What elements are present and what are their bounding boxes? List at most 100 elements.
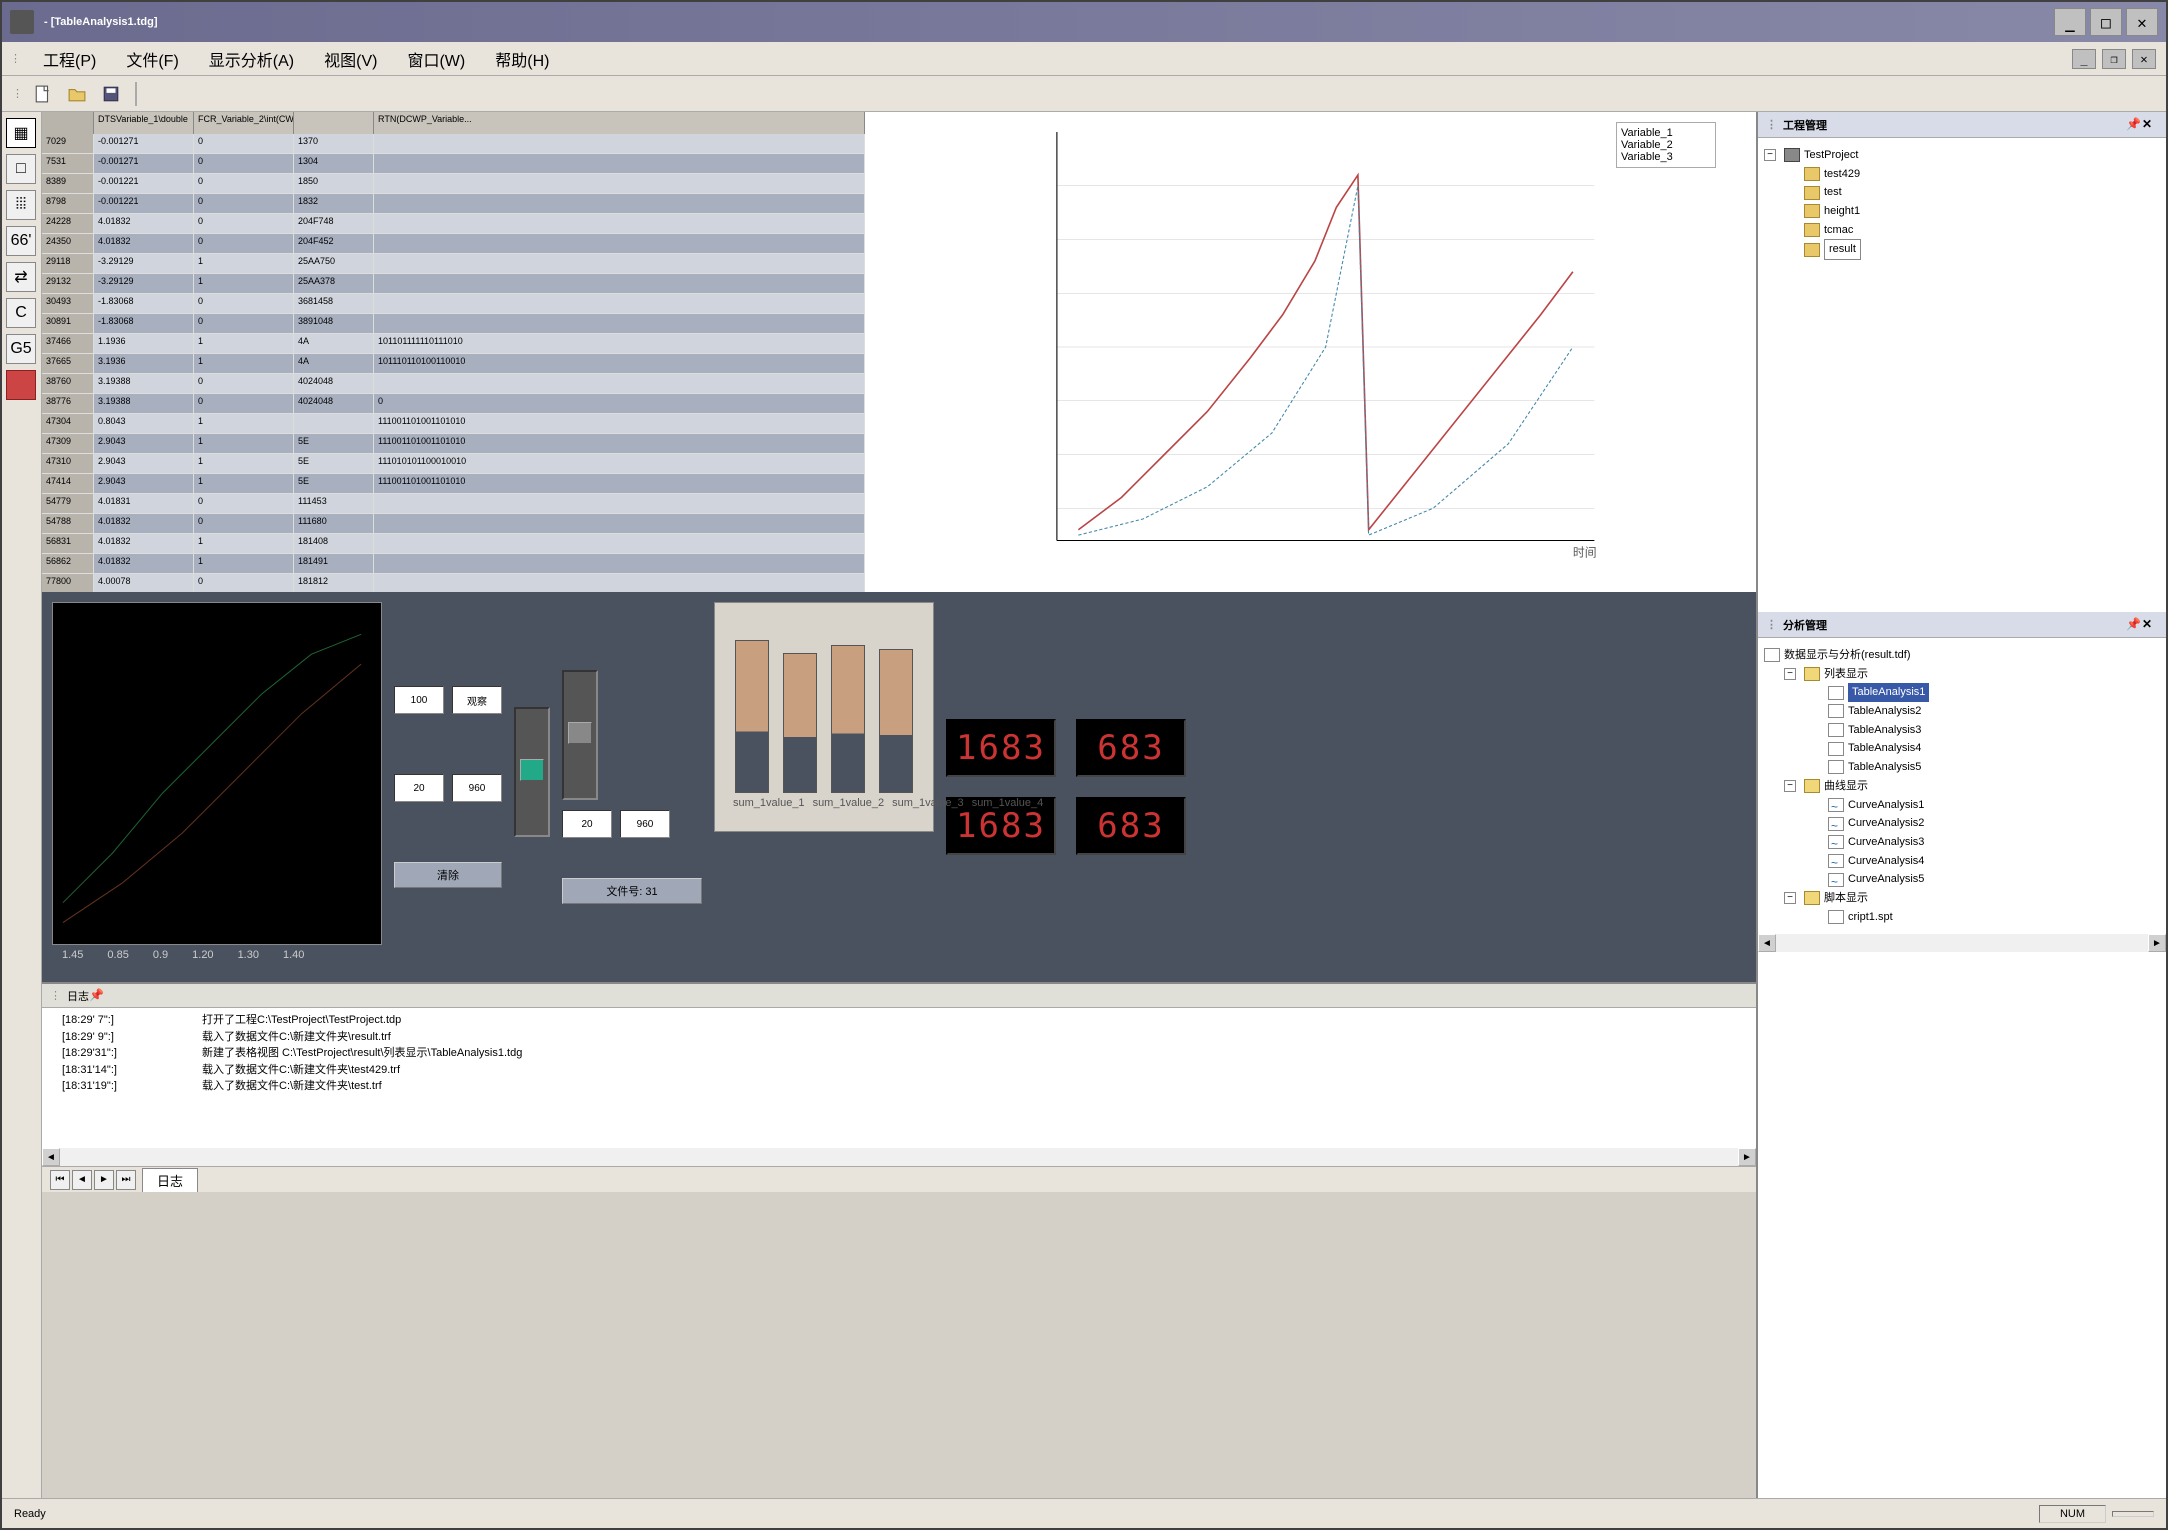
analysis-item[interactable]: TableAnalysis3 [1764, 721, 2160, 740]
table-cell[interactable]: 0 [194, 234, 294, 254]
table-row[interactable]: 474142.904315E111001101001101010 [42, 474, 865, 494]
table-body[interactable]: 7029-0.001271013707531-0.001271013048389… [42, 134, 865, 592]
table-cell[interactable]: 4024048 [294, 394, 374, 414]
table-cell[interactable]: 1 [194, 474, 294, 494]
table-cell[interactable]: 101101111110111010 [374, 334, 865, 354]
analysis-item[interactable]: CurveAnalysis3 [1764, 833, 2160, 852]
num-input-2[interactable]: 20 [394, 774, 444, 802]
table-cell[interactable]: 3891048 [294, 314, 374, 334]
line-chart[interactable]: Variable_1 Variable_2 Variable_3 [865, 112, 1756, 592]
table-cell[interactable]: 1 [194, 254, 294, 274]
table-row[interactable]: 778004.000780181812 [42, 574, 865, 592]
table-cell[interactable]: 1 [194, 414, 294, 434]
tool-rect-icon[interactable]: □ [6, 154, 36, 184]
table-cell[interactable]: 1.1936 [94, 334, 194, 354]
tool-g5-icon[interactable]: G5 [6, 334, 36, 364]
log-body[interactable]: [18:29' 7":]打开了工程C:\TestProject\TestProj… [42, 1008, 1756, 1148]
maximize-button[interactable]: □ [2090, 8, 2122, 36]
table-cell[interactable]: 2.9043 [94, 474, 194, 494]
analysis-group[interactable]: −列表显示 [1764, 665, 2160, 684]
table-cell[interactable] [374, 314, 865, 334]
table-row[interactable]: 547794.018310111453 [42, 494, 865, 514]
tool-grid-icon[interactable]: ▦ [6, 118, 36, 148]
table-cell[interactable] [374, 294, 865, 314]
table-cell[interactable]: 47309 [42, 434, 94, 454]
tab-nav-last[interactable]: ⏭ [116, 1170, 136, 1190]
tab-nav-next[interactable]: ► [94, 1170, 114, 1190]
num-input-1[interactable]: 100 [394, 686, 444, 714]
table-row[interactable]: 473092.904315E111001101001101010 [42, 434, 865, 454]
table-cell[interactable]: -0.001221 [94, 174, 194, 194]
table-cell[interactable]: 1304 [294, 154, 374, 174]
table-cell[interactable]: 24350 [42, 234, 94, 254]
table-cell[interactable]: 4.01832 [94, 534, 194, 554]
col-header-3[interactable] [294, 112, 374, 134]
scroll-left-button[interactable]: ◄ [1758, 934, 1776, 952]
analysis-item[interactable]: CurveAnalysis5 [1764, 870, 2160, 889]
table-cell[interactable]: 4A [294, 334, 374, 354]
table-cell[interactable]: 1 [194, 454, 294, 474]
table-row[interactable]: 7029-0.00127101370 [42, 134, 865, 154]
table-cell[interactable]: 204F452 [294, 234, 374, 254]
table-cell[interactable]: 1 [194, 274, 294, 294]
table-cell[interactable] [374, 274, 865, 294]
mdi-close-button[interactable]: ✕ [2132, 49, 2156, 69]
table-cell[interactable]: 25AA378 [294, 274, 374, 294]
table-cell[interactable]: 7531 [42, 154, 94, 174]
project-close-icon[interactable]: ✕ [2142, 117, 2158, 133]
table-row[interactable]: 7531-0.00127101304 [42, 154, 865, 174]
new-button[interactable] [29, 81, 57, 107]
table-cell[interactable] [374, 234, 865, 254]
slider-off[interactable] [562, 670, 598, 800]
table-row[interactable]: 387763.19388040240480 [42, 394, 865, 414]
analysis-item[interactable]: CurveAnalysis2 [1764, 814, 2160, 833]
table-cell[interactable]: 0 [194, 514, 294, 534]
table-cell[interactable] [374, 254, 865, 274]
table-row[interactable]: 8798-0.00122101832 [42, 194, 865, 214]
project-tree[interactable]: −TestProject test429 test height1 tcmac … [1758, 138, 2166, 268]
table-cell[interactable]: 4.01832 [94, 234, 194, 254]
table-cell[interactable]: 181491 [294, 554, 374, 574]
scroll-left-button[interactable]: ◄ [42, 1148, 60, 1166]
table-cell[interactable]: 30493 [42, 294, 94, 314]
table-cell[interactable]: 1 [194, 354, 294, 374]
table-cell[interactable]: -1.83068 [94, 294, 194, 314]
mdi-restore-button[interactable]: ❐ [2102, 49, 2126, 69]
table-cell[interactable]: 3.19388 [94, 374, 194, 394]
table-row[interactable]: 29132-3.29129125AA378 [42, 274, 865, 294]
table-cell[interactable] [374, 554, 865, 574]
table-cell[interactable]: 3.1936 [94, 354, 194, 374]
table-cell[interactable]: 0 [194, 314, 294, 334]
col-header-rtn[interactable]: RTN(DCWP_Variable... [374, 112, 865, 134]
table-cell[interactable] [374, 194, 865, 214]
table-cell[interactable] [374, 134, 865, 154]
col-header-var1[interactable]: DTSVariable_1\double [94, 112, 194, 134]
table-cell[interactable]: -0.001221 [94, 194, 194, 214]
scroll-right-button[interactable]: ► [1738, 1148, 1756, 1166]
tool-bars-icon[interactable]: ⦙⦙⦙ [6, 190, 36, 220]
table-cell[interactable] [374, 174, 865, 194]
table-cell[interactable]: 1 [194, 434, 294, 454]
table-cell[interactable]: 47304 [42, 414, 94, 434]
table-row[interactable]: 473040.80431111001101001101010 [42, 414, 865, 434]
table-row[interactable]: 29118-3.29129125AA750 [42, 254, 865, 274]
num-input-3[interactable]: 20 [562, 810, 612, 838]
table-cell[interactable] [374, 154, 865, 174]
save-button[interactable] [97, 81, 125, 107]
menu-window[interactable]: 窗口(W) [395, 43, 477, 75]
table-cell[interactable]: -0.001271 [94, 154, 194, 174]
table-cell[interactable]: 29118 [42, 254, 94, 274]
table-cell[interactable]: 1850 [294, 174, 374, 194]
table-row[interactable]: 243504.018320204F452 [42, 234, 865, 254]
table-cell[interactable]: 0 [194, 294, 294, 314]
table-cell[interactable]: 56862 [42, 554, 94, 574]
table-cell[interactable] [374, 534, 865, 554]
table-cell[interactable]: 5E [294, 454, 374, 474]
menu-help[interactable]: 帮助(H) [483, 43, 561, 75]
table-cell[interactable]: 0 [194, 154, 294, 174]
table-cell[interactable]: 0 [374, 394, 865, 414]
table-cell[interactable]: 8389 [42, 174, 94, 194]
analysis-item[interactable]: TableAnalysis1 [1764, 683, 2160, 702]
table-cell[interactable]: 4.01832 [94, 214, 194, 234]
table-cell[interactable]: 47310 [42, 454, 94, 474]
